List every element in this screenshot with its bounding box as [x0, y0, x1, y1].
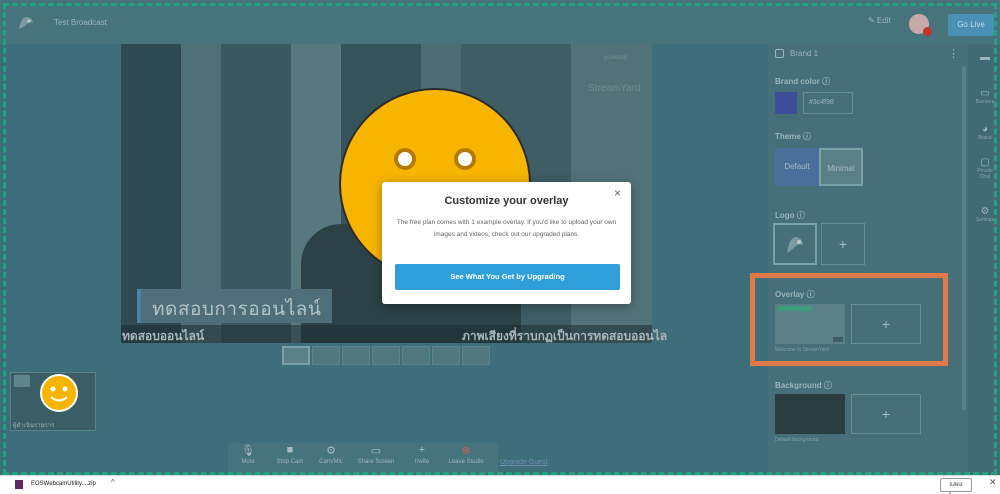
- leave-studio-label: Leave Studio: [448, 459, 484, 465]
- overlay-label: Overlay ⓘ: [775, 290, 815, 299]
- invite-button[interactable]: + Invite: [402, 444, 442, 465]
- theme-label: Theme ⓘ: [775, 132, 812, 141]
- close-icon[interactable]: ✕: [989, 477, 997, 488]
- close-icon[interactable]: ×: [614, 186, 621, 200]
- background-thumbnail[interactable]: [775, 394, 845, 434]
- brand-icon: [775, 49, 784, 58]
- cam-mic-button[interactable]: ⚙ Cam/Mic: [311, 444, 351, 465]
- rail-settings[interactable]: ⚙ Settings: [972, 206, 998, 223]
- edit-button[interactable]: ✎ Edit: [868, 16, 891, 25]
- gear-icon: ⚙: [326, 445, 336, 457]
- panel-scrollbar[interactable]: [962, 66, 966, 410]
- layout-thin-button[interactable]: [312, 346, 340, 365]
- rail-private-chat-label: Private Chat: [977, 168, 993, 180]
- download-bar: [0, 475, 1000, 494]
- side-rail: [968, 44, 1000, 475]
- background-caption: Default background: [775, 437, 819, 443]
- more-options-icon[interactable]: ⋮: [948, 47, 959, 60]
- plus-icon: +: [881, 406, 891, 422]
- upgrade-link[interactable]: Upgrade Guest: [500, 459, 547, 466]
- plus-icon: +: [838, 236, 848, 252]
- layout-cinema-button[interactable]: [432, 346, 460, 365]
- ticker-left-text: ทดสอบออนไลน์: [122, 329, 205, 343]
- leave-icon: ⊗: [461, 445, 471, 457]
- share-screen-label: Share Screen: [357, 459, 395, 465]
- brand-color-swatch[interactable]: [775, 92, 797, 114]
- streamyard-logo-icon: [19, 17, 33, 29]
- private-chat-icon: ▢: [980, 157, 990, 168]
- caption-text: ทดสอบการออนไลน์: [152, 299, 322, 320]
- overlay-thumbnail[interactable]: [775, 304, 845, 344]
- layout-pip-button[interactable]: [402, 346, 430, 365]
- layout-leader-button[interactable]: [372, 346, 400, 365]
- layout-solo-button[interactable]: [282, 346, 310, 365]
- invite-label: Invite: [414, 459, 430, 465]
- stop-cam-label: Stop Cam: [276, 459, 304, 465]
- watermark: StreamYard: [588, 83, 641, 94]
- banner-icon: ▭: [980, 88, 990, 99]
- share-screen-button[interactable]: ▭ Share Screen: [356, 444, 396, 465]
- rail-brand-label: Brand: [978, 135, 992, 141]
- watermark-sub: powered: [604, 55, 628, 61]
- layout-group-button[interactable]: [342, 346, 370, 365]
- chevron-up-icon[interactable]: ^: [111, 478, 115, 487]
- rail-private-chat[interactable]: ▢ Private Chat: [972, 157, 998, 180]
- ticker-right-text: ภาพเสียงที่ราบกฏเป็นการทดสอบออนไล: [462, 329, 668, 343]
- smiley-eye: [454, 148, 476, 170]
- top-bar: [0, 0, 1000, 44]
- customize-overlay-modal: Customize your overlay × The free plan c…: [382, 182, 631, 304]
- streamyard-logo-icon: [787, 237, 803, 253]
- download-filename[interactable]: EOSWebcamUtility....zip: [31, 481, 96, 487]
- mute-button[interactable]: 🎙 Mute: [228, 444, 268, 465]
- plus-icon: +: [881, 316, 891, 332]
- brand-color-input[interactable]: #3c4f98: [803, 92, 853, 114]
- theme-default-button[interactable]: Default: [775, 148, 819, 186]
- person-icon: [14, 375, 30, 387]
- logo-thumbnail[interactable]: [773, 223, 817, 265]
- rail-banners-label: Banners: [975, 99, 995, 105]
- mic-icon: 🎙: [241, 445, 255, 457]
- participant-label: ผู้ดำเนินรายการ: [13, 423, 55, 429]
- settings-icon: ⚙: [980, 206, 990, 217]
- add-person-icon: +: [418, 444, 426, 456]
- background-label: Background ⓘ: [775, 381, 832, 390]
- camera-icon: ■: [286, 444, 294, 456]
- overlay-caption: Welcome to StreamYard: [775, 347, 830, 353]
- show-all-button[interactable]: แสดงทั้งหมด: [940, 478, 972, 492]
- monitor-icon: ▭: [370, 445, 382, 457]
- rail-chat[interactable]: ▬: [972, 52, 998, 63]
- smiley-sticker: [40, 374, 78, 412]
- rail-banners[interactable]: ▭ Banners: [972, 88, 998, 105]
- leave-studio-button[interactable]: ⊗ Leave Studio: [446, 444, 486, 465]
- add-logo-button[interactable]: +: [821, 223, 865, 265]
- rail-settings-label: Settings: [975, 217, 995, 223]
- rail-brand[interactable]: ◕ Brand: [972, 124, 998, 141]
- broadcast-title[interactable]: Test Broadcast: [54, 18, 107, 27]
- theme-minimal-button[interactable]: Minimal: [819, 148, 863, 186]
- logo-label: Logo ⓘ: [775, 211, 805, 220]
- zip-file-icon: [15, 480, 23, 489]
- brand-color-label: Brand color ⓘ: [775, 77, 831, 86]
- chat-icon: ▬: [980, 52, 990, 63]
- layout-full-button[interactable]: [462, 346, 490, 365]
- go-live-button[interactable]: Go Live: [948, 14, 994, 36]
- palette-icon: ◕: [981, 124, 989, 135]
- smiley-eye: [394, 148, 416, 170]
- mute-label: Mute: [241, 459, 255, 465]
- upgrade-button[interactable]: See What You Get by Upgrading: [395, 264, 620, 290]
- modal-title: Customize your overlay: [444, 195, 569, 207]
- modal-body: The free plan comes with 1 example overl…: [396, 219, 617, 238]
- stop-cam-button[interactable]: ■ Stop Cam: [270, 444, 310, 465]
- add-background-button[interactable]: +: [851, 394, 921, 434]
- cam-mic-label: Cam/Mic: [319, 459, 343, 465]
- avatar[interactable]: [909, 14, 932, 36]
- brand-selector[interactable]: Brand 1: [790, 49, 818, 58]
- add-overlay-button[interactable]: +: [851, 304, 921, 344]
